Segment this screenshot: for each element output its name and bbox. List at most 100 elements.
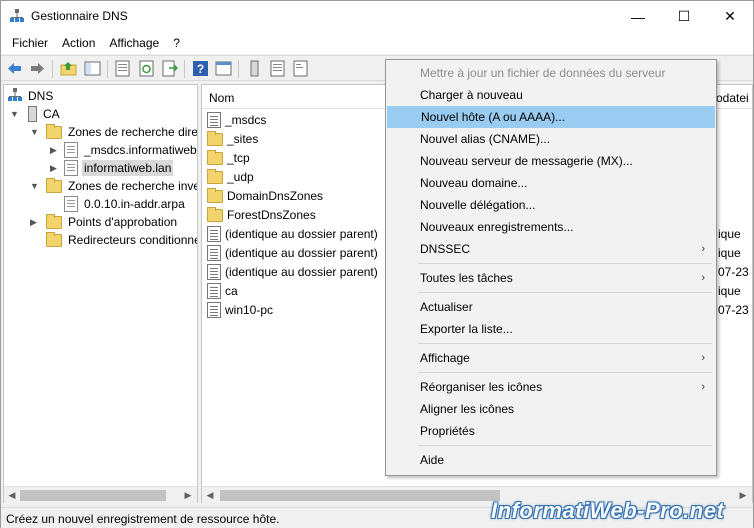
menu-item-new-mail-exchanger[interactable]: Nouveau serveur de messagerie (MX)... [387,150,715,172]
properties-icon[interactable] [114,60,131,77]
list-icon[interactable] [269,60,286,77]
list-item[interactable]: ca [207,282,238,300]
menu-item-properties[interactable]: Propriétés [387,420,715,442]
folder-icon [207,130,223,146]
tree-node-dns[interactable]: DNS [8,87,55,105]
minimize-button[interactable]: — [615,1,661,32]
scroll-right-icon[interactable]: ▶ [736,489,750,502]
server-icon [28,106,37,122]
tree-node-reverse-zone[interactable]: 0.0.10.in-addr.arpa [64,195,187,213]
menu-help[interactable]: ? [166,33,187,53]
menu-separator [418,292,712,293]
console-icon[interactable] [215,60,232,77]
menu-item-view[interactable]: Affichage › [387,347,715,369]
menu-item-new-records[interactable]: Nouveaux enregistrements... [387,216,715,238]
scroll-right-icon[interactable]: ▶ [181,489,195,502]
chevron-right-icon[interactable]: ▶ [50,145,60,155]
up-folder-icon[interactable] [60,60,77,77]
forward-icon[interactable] [29,60,46,77]
list-item-label: DomainDnsZones [227,189,324,203]
tree-node-reverse-zones[interactable]: Zones de recherche inver [46,177,197,195]
tree-node-trust-points[interactable]: Points d'approbation [46,213,179,231]
menu-item-label: Aligner les icônes [420,402,515,416]
menu-item-label: Aide [420,453,445,467]
record-icon [207,245,221,261]
list-item-extra-value: ique [718,227,741,241]
tree-label: 0.0.10.in-addr.arpa [84,197,185,211]
menu-item-update-server-data-file[interactable]: Mettre à jour un fichier de données du s… [387,62,715,84]
back-icon[interactable] [6,60,23,77]
tree-node-msdcs-zone[interactable]: _msdcs.informatiweb [64,141,197,159]
menu-item-export-list[interactable]: Exporter la liste... [387,318,715,340]
tree-label: Redirecteurs conditionne [68,233,198,247]
chevron-down-icon[interactable]: ▼ [30,181,40,191]
menu-item-all-tasks[interactable]: Toutes les tâches › [387,267,715,289]
list-item[interactable]: _udp [207,168,254,186]
menu-action[interactable]: Action [55,33,102,53]
scroll-left-icon[interactable]: ◀ [203,489,217,502]
maximize-button[interactable]: ☐ [661,1,707,32]
scroll-left-icon[interactable]: ◀ [5,489,19,502]
list-item[interactable]: _tcp [207,149,250,167]
menu-item-new-host[interactable]: Nouvel hôte (A ou AAAA)... [387,106,715,128]
export-icon[interactable] [161,60,178,77]
menu-item-label: Actualiser [420,300,473,314]
toolbar-separator [107,60,108,78]
menu-item-new-delegation[interactable]: Nouvelle délégation... [387,194,715,216]
list-item[interactable]: _sites [207,130,258,148]
menu-item-line-up-icons[interactable]: Aligner les icônes [387,398,715,420]
menu-item-help[interactable]: Aide [387,449,715,471]
chevron-down-icon[interactable]: ▼ [10,109,20,119]
help-icon[interactable]: ? [192,60,209,77]
menu-item-dnssec[interactable]: DNSSEC › [387,238,715,260]
chevron-down-icon[interactable]: ▼ [30,127,40,137]
scroll-thumb[interactable] [20,490,166,501]
folder-icon [207,149,223,165]
list-item[interactable]: ForestDnsZones [207,206,316,224]
column-extra-header[interactable]: rodatei [712,91,749,105]
records-icon[interactable] [292,60,309,77]
list-item[interactable]: win10-pc [207,301,273,319]
list-item-extra-value: 07-23 1 [718,265,752,279]
show-tree-icon[interactable] [84,60,101,77]
close-button[interactable]: ✕ [707,1,753,32]
menu-fichier[interactable]: Fichier [5,33,55,53]
zone-icon [64,196,78,212]
tree-node-forward-zones[interactable]: Zones de recherche direc [46,123,197,141]
title-bar: Gestionnaire DNS — ☐ ✕ [1,1,753,32]
tree-horizontal-scrollbar[interactable]: ◀ ▶ [4,486,197,503]
menu-item-label: Exporter la liste... [420,322,513,336]
tree-node-selected-zone[interactable]: informatiweb.lan [64,159,174,177]
menu-item-arrange-icons[interactable]: Réorganiser les icônes › [387,376,715,398]
folder-icon [207,168,223,184]
list-item-label: (identique au dossier parent) [225,227,378,241]
toolbar-separator [52,60,53,78]
chevron-right-icon[interactable]: ▶ [30,217,40,227]
tree-label: informatiweb.lan [82,160,174,176]
list-item-label: _udp [227,170,254,184]
tree-node-forwarders[interactable]: Redirecteurs conditionne [46,231,198,249]
menu-item-label: Nouveau serveur de messagerie (MX)... [420,154,633,168]
server-icon[interactable] [246,60,263,77]
list-item[interactable]: (identique au dossier parent) [207,225,378,243]
tree-node-server[interactable]: CA [28,105,62,123]
menu-separator [418,263,712,264]
watermark: InformatiWeb-Pro.net [491,498,725,523]
list-item[interactable]: (identique au dossier parent) [207,263,378,281]
refresh-icon[interactable] [138,60,155,77]
menu-item-new-domain[interactable]: Nouveau domaine... [387,172,715,194]
chevron-right-icon[interactable]: ▶ [50,163,60,173]
list-item[interactable]: _msdcs [207,111,266,129]
menu-item-refresh[interactable]: Actualiser [387,296,715,318]
status-text: Créez un nouvel enregistrement de ressou… [6,512,280,526]
dns-manager-window: Gestionnaire DNS — ☐ ✕ Fichier Action Af… [0,0,754,528]
menu-affichage[interactable]: Affichage [102,33,166,53]
menu-separator [418,343,712,344]
record-icon [207,226,221,242]
scroll-thumb[interactable] [220,490,500,501]
menu-item-reload[interactable]: Charger à nouveau [387,84,715,106]
list-item[interactable]: DomainDnsZones [207,187,323,205]
column-name-header[interactable]: Nom [209,91,234,105]
menu-item-new-alias[interactable]: Nouvel alias (CNAME)... [387,128,715,150]
list-item[interactable]: (identique au dossier parent) [207,244,378,262]
